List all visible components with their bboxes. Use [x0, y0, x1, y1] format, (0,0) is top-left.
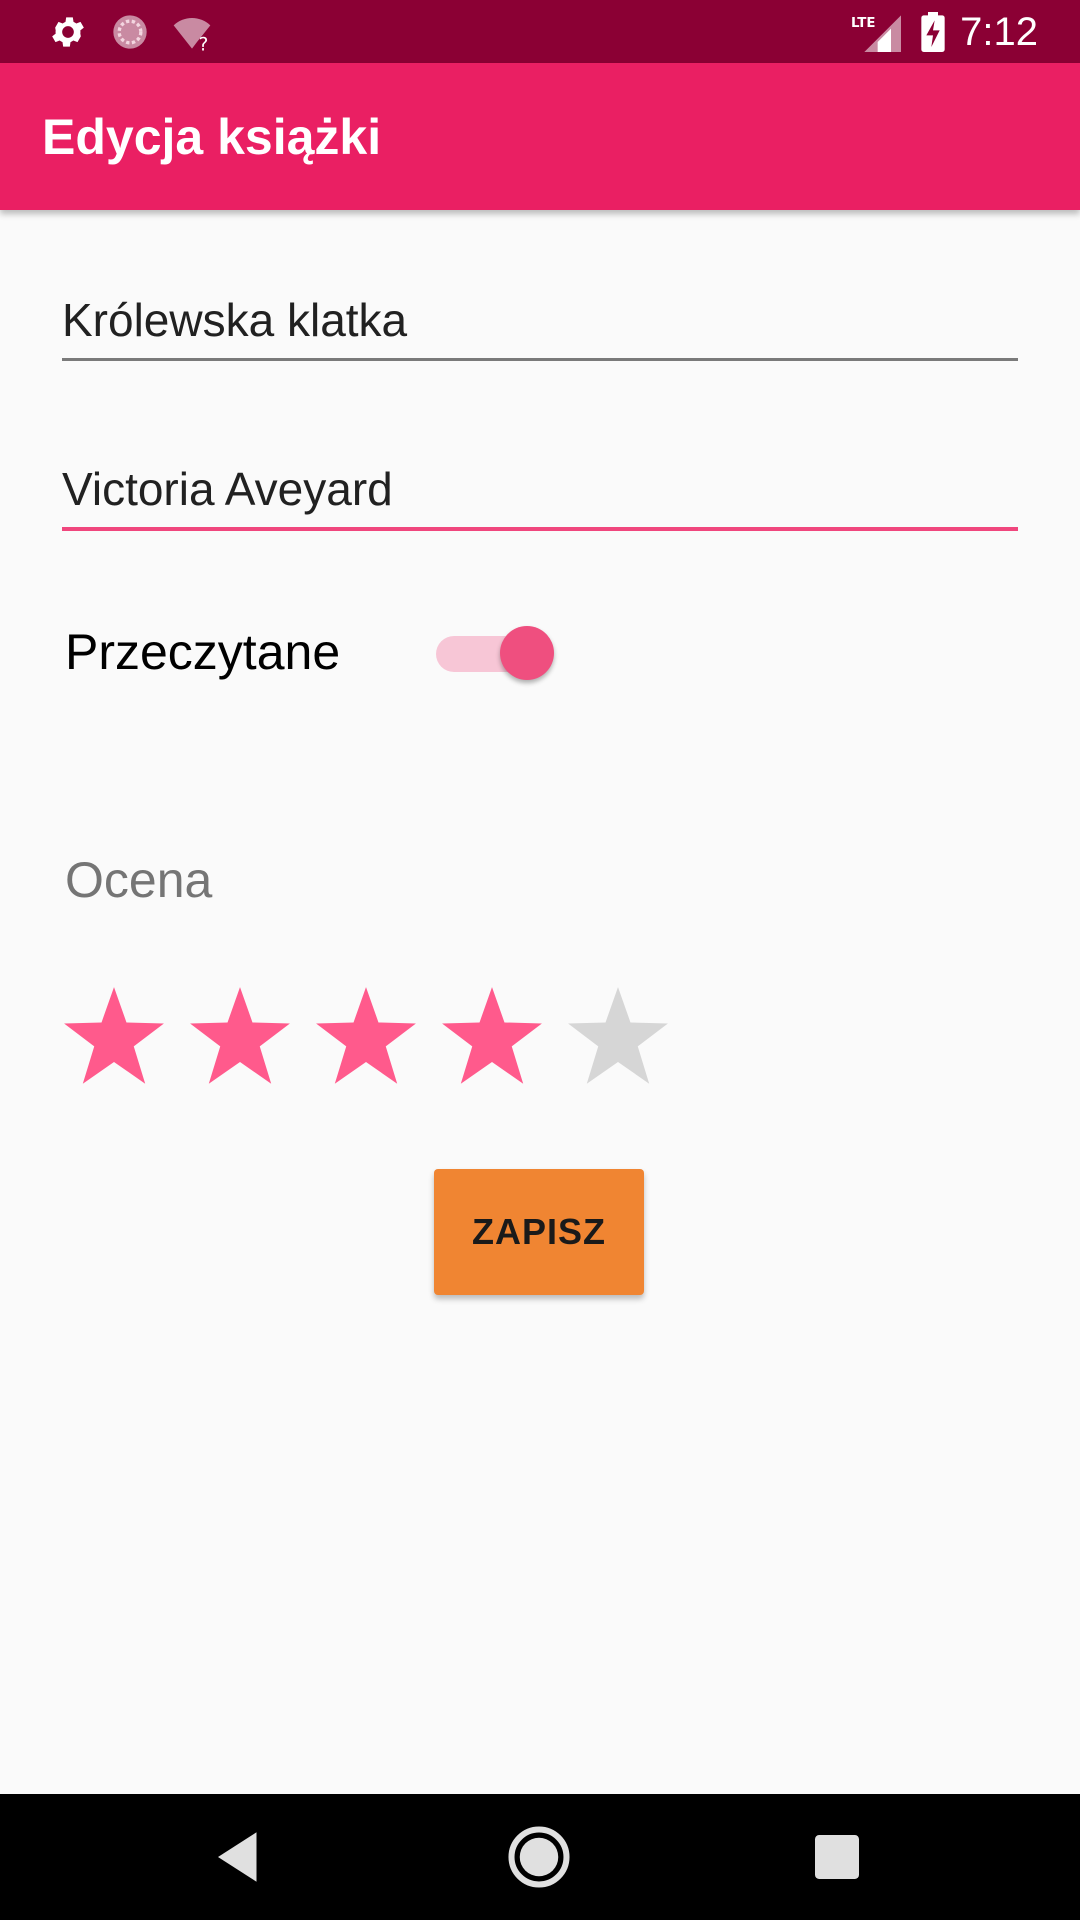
switch-thumb	[500, 626, 554, 680]
title-input[interactable]: Królewska klatka	[62, 282, 1018, 361]
svg-text:LTE: LTE	[851, 16, 875, 31]
app-bar: Edycja książki	[0, 63, 1080, 210]
settings-icon	[52, 17, 84, 47]
nav-bar	[0, 1794, 1080, 1920]
status-time: 7:12	[960, 10, 1038, 54]
save-button[interactable]: ZAPISZ	[434, 1169, 644, 1295]
star-empty-icon[interactable]	[564, 985, 672, 1089]
author-input[interactable]: Victoria Aveyard	[62, 451, 1018, 531]
back-icon[interactable]	[207, 1824, 273, 1890]
wifi-unknown-icon: ?	[173, 18, 211, 52]
star-filled-icon[interactable]	[438, 985, 546, 1089]
rating-label: Ocena	[65, 852, 213, 908]
home-icon[interactable]	[506, 1824, 572, 1890]
lte-signal-icon: LTE	[851, 15, 901, 52]
recents-icon[interactable]	[804, 1824, 870, 1890]
battery-charging-icon	[921, 12, 945, 52]
svg-text:?: ?	[199, 34, 209, 52]
status-bar: ? LTE 7:12	[0, 0, 1080, 63]
star-filled-icon[interactable]	[60, 985, 168, 1089]
star-filled-icon[interactable]	[312, 985, 420, 1089]
read-switch[interactable]	[434, 624, 554, 680]
sync-icon	[113, 15, 147, 49]
read-label: Przeczytane	[65, 624, 341, 680]
page-title: Edycja książki	[42, 109, 382, 165]
star-filled-icon[interactable]	[186, 985, 294, 1089]
rating-bar[interactable]	[60, 985, 680, 1095]
